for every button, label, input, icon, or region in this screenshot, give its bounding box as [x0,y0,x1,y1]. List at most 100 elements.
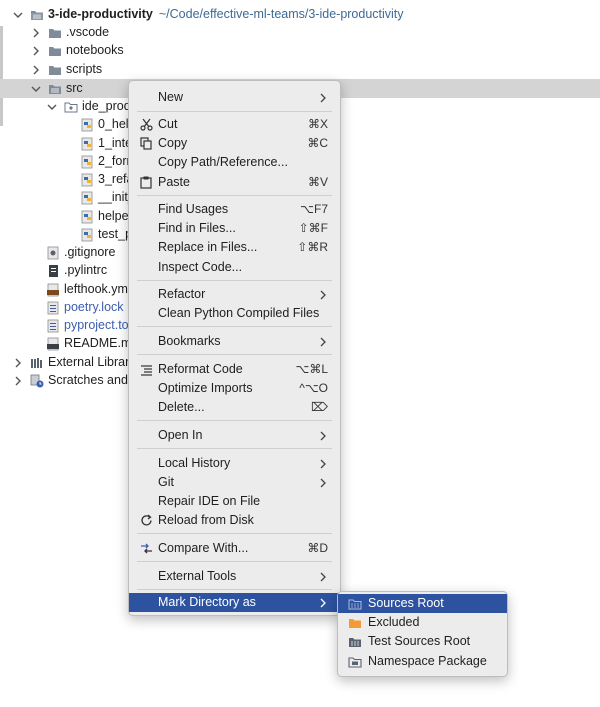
menu-item-local-history[interactable]: Local History [129,454,340,473]
menu-item-mark-directory-as[interactable]: Mark Directory as [129,593,340,612]
submenu-item-namespace-package[interactable]: Namespace Package [338,652,507,671]
menu-item-refactor[interactable]: Refactor [129,285,340,304]
source-folder-icon [48,82,62,96]
scratches-icon [30,374,44,388]
python-file-icon [80,173,94,187]
tree-row-file[interactable]: poetry.lock [46,298,124,317]
tree-row-file[interactable]: .pylintrc [46,261,107,280]
menu-item-git[interactable]: Git [129,473,340,492]
tree-row-file[interactable]: pyproject.to [46,316,129,335]
menu-item-cut[interactable]: Cut ⌘X [129,115,340,134]
shortcut-label: ⇧⌘R [297,240,328,254]
tree-row-scratches[interactable]: Scratches and [12,371,128,390]
menu-item-label: Reload from Disk [158,513,254,527]
python-file-icon [80,228,94,242]
submenu-item-test-sources-root[interactable]: Test Sources Root [338,632,507,651]
chevron-right-icon[interactable] [12,375,24,387]
tree-row-external-libraries[interactable]: External Librari [12,353,132,372]
menu-item-external-tools[interactable]: External Tools [129,567,340,586]
menu-item-new[interactable]: New [129,88,340,107]
menu-separator [137,420,332,421]
chevron-down-icon[interactable] [30,83,42,95]
clipboard-icon [139,176,153,190]
menu-item-label: Copy Path/Reference... [158,155,288,169]
menu-item-paste[interactable]: Paste ⌘V [129,173,340,192]
shortcut-label: ⌘X [307,117,328,131]
tree-item-label: scripts [66,62,103,76]
chevron-right-icon [320,430,328,442]
menu-item-clean-python[interactable]: Clean Python Compiled Files [129,304,340,323]
tree-row-file[interactable]: helper [80,207,133,226]
menu-item-compare-with[interactable]: Compare With... ⌘D [129,539,340,558]
python-file-icon [80,137,94,151]
menu-item-copy[interactable]: Copy ⌘C [129,134,340,153]
menu-item-repair-ide[interactable]: Repair IDE on File [129,492,340,511]
menu-item-label: Find in Files... [158,221,236,235]
menu-item-optimize-imports[interactable]: Optimize Imports ^⌥O [129,379,340,398]
tree-item-label: 0_hel [98,117,129,131]
menu-item-copy-path[interactable]: Copy Path/Reference... [129,153,340,172]
folder-icon [48,44,62,58]
tree-item-label: 2_forr [98,154,131,168]
chevron-right-icon[interactable] [30,27,42,39]
menu-separator [137,589,332,590]
tree-row-file[interactable]: __init_ [80,188,135,207]
tree-row-file[interactable]: 3_refa [80,170,133,189]
chevron-right-icon[interactable] [12,357,24,369]
menu-separator [137,326,332,327]
lock-file-icon [46,301,60,315]
chevron-down-icon[interactable] [46,101,58,113]
menu-separator [137,111,332,112]
markdown-file-icon [46,337,60,351]
reformat-icon [139,363,153,377]
chevron-right-icon [320,597,328,609]
tree-item-label: pyproject.to [64,318,129,332]
chevron-right-icon [320,458,328,470]
menu-item-reload-from-disk[interactable]: Reload from Disk [129,511,340,530]
tree-row-notebooks[interactable]: notebooks [30,41,124,60]
folder-icon [48,26,62,40]
menu-item-reformat-code[interactable]: Reformat Code ⌥⌘L [129,360,340,379]
tree-row-file[interactable]: test_p [80,225,132,244]
tree-row-vscode[interactable]: .vscode [30,23,109,42]
menu-item-label: External Tools [158,569,237,583]
menu-item-open-in[interactable]: Open In [129,426,340,445]
chevron-down-icon[interactable] [12,9,24,21]
chevron-right-icon[interactable] [30,45,42,57]
submenu-item-label: Sources Root [368,596,444,610]
submenu-item-excluded[interactable]: Excluded [338,613,507,632]
tree-scrollbar[interactable] [0,26,3,126]
menu-item-label: Copy [158,136,188,150]
menu-item-inspect-code[interactable]: Inspect Code... [129,258,340,277]
tree-item-label: test_p [98,227,133,241]
test-sources-folder-icon [348,635,362,649]
chevron-right-icon [320,92,328,104]
menu-item-delete[interactable]: Delete... ⌦ [129,398,340,417]
tree-row-file[interactable]: 0_hel [80,115,129,134]
tree-row-file[interactable]: README.mc [46,334,138,353]
tree-row-scripts[interactable]: scripts [30,60,102,79]
shortcut-label: ^⌥O [299,381,328,395]
chevron-right-icon[interactable] [30,64,42,76]
menu-item-find-usages[interactable]: Find Usages ⌥F7 [129,200,340,219]
toml-file-icon [46,319,60,333]
tree-row-root[interactable]: 3-ide-productivity ~/Code/effective-ml-t… [12,5,404,24]
chevron-right-icon [320,477,328,489]
tree-row-file[interactable]: .gitignore [46,243,115,262]
tree-item-label: .vscode [66,25,110,39]
menu-item-label: Optimize Imports [158,381,253,395]
tree-row-file[interactable]: 1_inte [80,134,132,153]
tree-row-file[interactable]: lefthook.ym [46,280,128,299]
yaml-file-icon [46,283,60,297]
menu-item-replace-in-files[interactable]: Replace in Files... ⇧⌘R [129,238,340,257]
menu-item-bookmarks[interactable]: Bookmarks [129,332,340,351]
tree-row-file[interactable]: 2_forr [80,152,131,171]
menu-separator [137,448,332,449]
menu-item-find-in-files[interactable]: Find in Files... ⇧⌘F [129,219,340,238]
excluded-folder-icon [348,616,362,630]
tree-item-label: lefthook.ym [64,282,128,296]
submenu-item-sources-root[interactable]: Sources Root [338,594,507,613]
menu-separator [137,561,332,562]
project-root-name: 3-ide-productivity [48,7,153,21]
project-root-path: ~/Code/effective-ml-teams/3-ide-producti… [158,7,404,21]
